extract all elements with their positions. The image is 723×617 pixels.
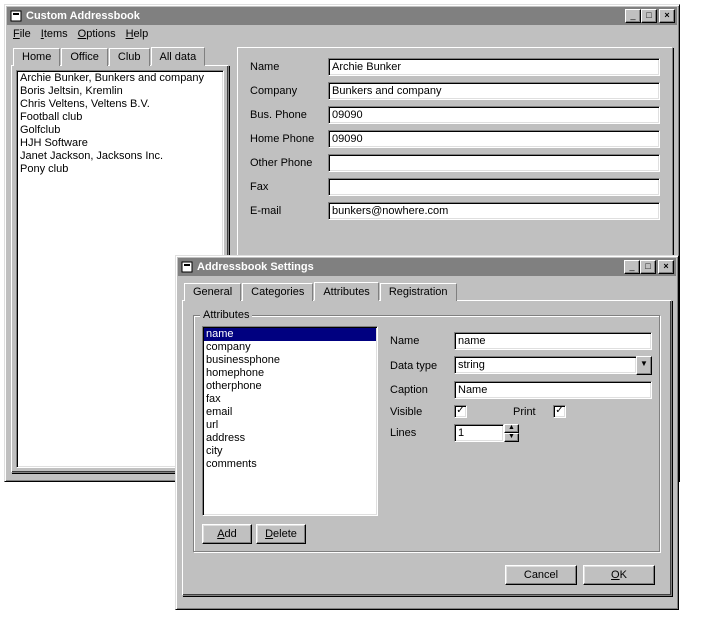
settings-maximize-button[interactable]: □ [640, 260, 656, 274]
list-item[interactable]: Boris Jeltsin, Kremlin [18, 85, 222, 98]
list-item[interactable]: comments [204, 458, 376, 471]
list-item[interactable]: otherphone [204, 380, 376, 393]
attr-caption-input[interactable]: Name [454, 381, 652, 399]
field-input[interactable] [328, 178, 660, 196]
delete-button[interactable]: Delete [256, 524, 306, 544]
settings-minimize-button[interactable]: _ [624, 260, 640, 274]
spin-up-icon[interactable]: ▲ [504, 424, 519, 433]
field-label: Name [250, 61, 328, 73]
settings-tabstrip: General Categories Attributes Registrati… [182, 283, 672, 301]
field-input[interactable]: Bunkers and company [328, 82, 660, 100]
settings-app-icon [180, 260, 194, 274]
field-input[interactable]: 09090 [328, 106, 660, 124]
main-tabstrip: Home Office Club All data [11, 48, 229, 66]
list-item[interactable]: Archie Bunker, Bunkers and company [18, 72, 222, 85]
main-menubar: File Items Options Help [7, 27, 677, 41]
ok-button[interactable]: OK [583, 565, 655, 585]
cancel-button[interactable]: Cancel [505, 565, 577, 585]
app-icon [9, 9, 23, 23]
tab-registration[interactable]: Registration [380, 283, 457, 301]
attr-name-label: Name [390, 335, 454, 347]
attr-visible-checkbox[interactable]: ✓ [454, 405, 467, 418]
main-window-title: Custom Addressbook [26, 10, 625, 22]
minimize-button[interactable]: _ [625, 9, 641, 23]
list-item[interactable]: url [204, 419, 376, 432]
list-item[interactable]: Janet Jackson, Jacksons Inc. [18, 150, 222, 163]
menu-file[interactable]: File [13, 28, 31, 40]
field-input[interactable]: bunkers@nowhere.com [328, 202, 660, 220]
groupbox-legend: Attributes [200, 309, 252, 321]
field-input[interactable]: Archie Bunker [328, 58, 660, 76]
field-label: Other Phone [250, 157, 328, 169]
attr-name-input[interactable]: name [454, 332, 652, 350]
attr-lines-value[interactable]: 1 [454, 424, 504, 442]
attr-datatype-value: string [454, 356, 636, 374]
field-input[interactable]: 09090 [328, 130, 660, 148]
attr-caption-label: Caption [390, 384, 454, 396]
chevron-down-icon[interactable]: ▼ [636, 356, 652, 375]
tab-club[interactable]: Club [109, 48, 150, 66]
list-item[interactable]: Football club [18, 111, 222, 124]
list-item[interactable]: name [204, 328, 376, 341]
attr-visible-label: Visible [390, 406, 454, 418]
tab-all-data[interactable]: All data [151, 47, 206, 66]
list-item[interactable]: address [204, 432, 376, 445]
attributes-list[interactable]: namecompanybusinessphonehomephoneotherph… [202, 326, 378, 516]
settings-window-title: Addressbook Settings [197, 261, 624, 273]
list-item[interactable]: Chris Veltens, Veltens B.V. [18, 98, 222, 111]
list-item[interactable]: HJH Software [18, 137, 222, 150]
list-item[interactable]: email [204, 406, 376, 419]
list-item[interactable]: Golfclub [18, 124, 222, 137]
list-item[interactable]: businessphone [204, 354, 376, 367]
attributes-groupbox: Attributes namecompanybusinessphonehomep… [193, 315, 661, 553]
field-label: E-mail [250, 205, 328, 217]
menu-options[interactable]: Options [78, 28, 116, 40]
tab-home[interactable]: Home [13, 48, 60, 66]
tab-office[interactable]: Office [61, 48, 108, 66]
menu-help[interactable]: Help [126, 28, 149, 40]
field-label: Bus. Phone [250, 109, 328, 121]
add-button[interactable]: Add [202, 524, 252, 544]
list-item[interactable]: city [204, 445, 376, 458]
menu-items[interactable]: Items [41, 28, 68, 40]
attr-print-checkbox[interactable]: ✓ [553, 405, 566, 418]
list-item[interactable]: homephone [204, 367, 376, 380]
tab-attributes[interactable]: Attributes [314, 282, 378, 301]
list-item[interactable]: fax [204, 393, 376, 406]
maximize-button[interactable]: □ [641, 9, 657, 23]
tab-general[interactable]: General [184, 283, 241, 301]
attr-lines-spinner[interactable]: 1 ▲ ▼ [454, 424, 519, 442]
tab-categories[interactable]: Categories [242, 283, 313, 301]
attr-print-label: Print [513, 406, 553, 418]
field-label: Company [250, 85, 328, 97]
main-titlebar[interactable]: Custom Addressbook _ □ × [7, 7, 677, 25]
spin-down-icon[interactable]: ▼ [504, 433, 519, 442]
attr-lines-label: Lines [390, 427, 454, 439]
close-button[interactable]: × [659, 9, 675, 23]
list-item[interactable]: company [204, 341, 376, 354]
settings-close-button[interactable]: × [658, 260, 674, 274]
attr-datatype-label: Data type [390, 360, 454, 372]
list-item[interactable]: Pony club [18, 163, 222, 176]
settings-titlebar[interactable]: Addressbook Settings _ □ × [178, 258, 676, 276]
field-input[interactable] [328, 154, 660, 172]
field-label: Fax [250, 181, 328, 193]
field-label: Home Phone [250, 133, 328, 145]
attr-datatype-select[interactable]: string ▼ [454, 356, 652, 375]
